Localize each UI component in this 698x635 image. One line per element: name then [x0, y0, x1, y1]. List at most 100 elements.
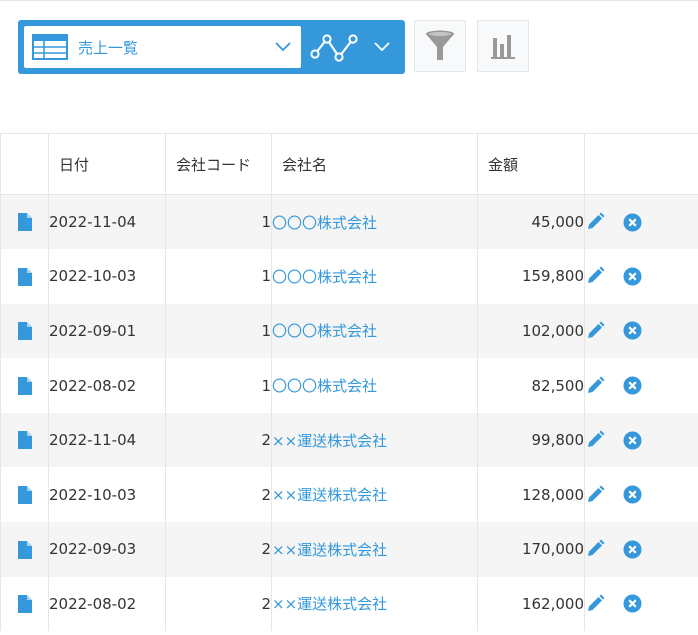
row-detail-cell [0, 522, 49, 577]
delete-circle-icon[interactable] [623, 540, 642, 559]
pencil-icon[interactable] [585, 594, 605, 614]
pencil-icon[interactable] [585, 376, 605, 396]
pencil-icon[interactable] [585, 430, 605, 450]
cell-company-name: 〇〇〇株式会社 [271, 249, 478, 304]
document-icon[interactable] [17, 486, 32, 505]
pencil-icon[interactable] [585, 485, 605, 505]
cell-amount: 45,000 [477, 194, 585, 250]
view-selector-group: 売上一覧 [18, 20, 405, 74]
row-detail-cell [0, 576, 49, 632]
company-name-link[interactable]: 〇〇〇株式会社 [272, 377, 377, 395]
row-detail-cell [0, 412, 49, 468]
pencil-icon[interactable] [585, 212, 605, 232]
document-icon[interactable] [17, 322, 32, 341]
row-actions-cell [584, 467, 698, 523]
cell-date: 2022-08-02 [48, 358, 166, 413]
pencil-icon[interactable] [585, 266, 605, 286]
cell-company-name: 〇〇〇株式会社 [271, 303, 478, 359]
filter-button[interactable] [414, 20, 466, 72]
table-header-row: 日付 会社コード 会社名 金額 [0, 133, 698, 195]
header-amount[interactable]: 金額 [477, 133, 585, 195]
delete-circle-icon[interactable] [623, 594, 642, 613]
line-graph-icon [310, 34, 358, 62]
delete-circle-icon[interactable] [623, 376, 642, 395]
cell-amount: 170,000 [477, 522, 585, 577]
list-toolbar: 売上一覧 [18, 20, 529, 74]
cell-date: 2022-08-02 [48, 576, 166, 632]
document-icon[interactable] [17, 376, 32, 395]
company-name-link[interactable]: 〇〇〇株式会社 [272, 268, 377, 286]
cell-date: 2022-11-04 [48, 194, 166, 250]
row-detail-cell [0, 358, 49, 413]
row-detail-cell [0, 194, 49, 250]
document-icon[interactable] [17, 213, 32, 232]
cell-amount: 99,800 [477, 412, 585, 468]
delete-circle-icon[interactable] [623, 267, 642, 286]
cell-amount: 159,800 [477, 249, 585, 304]
cell-amount: 162,000 [477, 576, 585, 632]
company-name-link[interactable]: ××運送株式会社 [272, 595, 387, 613]
cell-company-code: 1 [165, 249, 272, 304]
delete-circle-icon[interactable] [623, 431, 642, 450]
view-select-dropdown[interactable]: 売上一覧 [24, 26, 301, 68]
cell-company-name: ××運送株式会社 [271, 576, 478, 632]
document-icon[interactable] [17, 595, 32, 614]
cell-amount: 82,500 [477, 358, 585, 413]
company-name-link[interactable]: ××運送株式会社 [272, 486, 387, 504]
company-name-link[interactable]: 〇〇〇株式会社 [272, 322, 377, 340]
cell-date: 2022-10-03 [48, 467, 166, 523]
chevron-down-icon [275, 42, 291, 52]
pencil-icon[interactable] [585, 539, 605, 559]
table-icon [32, 34, 68, 60]
row-actions-cell [584, 249, 698, 304]
pencil-icon[interactable] [585, 321, 605, 341]
row-actions-cell [584, 576, 698, 632]
cell-date: 2022-11-04 [48, 412, 166, 468]
row-actions-cell [584, 358, 698, 413]
header-company-name[interactable]: 会社名 [271, 133, 478, 195]
cell-company-name: 〇〇〇株式会社 [271, 358, 478, 413]
row-actions-cell [584, 522, 698, 577]
delete-circle-icon[interactable] [623, 485, 642, 504]
table-row: 2022-11-04 2 ××運送株式会社 99,800 [0, 412, 698, 468]
delete-circle-icon[interactable] [623, 213, 642, 232]
records-table: 日付 会社コード 会社名 金額 2022-11-04 1 〇〇〇株式会社 45,… [0, 133, 698, 632]
header-company-code[interactable]: 会社コード [165, 133, 272, 195]
table-body: 2022-11-04 1 〇〇〇株式会社 45,000 2022-10-03 1… [0, 194, 698, 632]
row-actions-cell [584, 194, 698, 250]
table-row: 2022-10-03 1 〇〇〇株式会社 159,800 [0, 249, 698, 304]
cell-company-name: ××運送株式会社 [271, 412, 478, 468]
cell-date: 2022-10-03 [48, 249, 166, 304]
document-icon[interactable] [17, 431, 32, 450]
header-actions-column [584, 133, 698, 195]
company-name-link[interactable]: 〇〇〇株式会社 [272, 214, 377, 232]
view-name-label: 売上一覧 [78, 38, 139, 57]
table-row: 2022-10-03 2 ××運送株式会社 128,000 [0, 467, 698, 523]
record-list-page: 売上一覧 日付 会社コード 会社名 金額 2022-11-04 1 〇〇〇株式会… [0, 0, 698, 635]
summary-chart-button[interactable] [477, 20, 529, 72]
cell-date: 2022-09-01 [48, 303, 166, 359]
cell-company-code: 2 [165, 467, 272, 523]
cell-company-code: 1 [165, 358, 272, 413]
row-detail-cell [0, 303, 49, 359]
row-detail-cell [0, 249, 49, 304]
graph-select-button[interactable] [308, 26, 400, 68]
company-name-link[interactable]: ××運送株式会社 [272, 541, 387, 559]
document-icon[interactable] [17, 267, 32, 286]
cell-company-name: ××運送株式会社 [271, 467, 478, 523]
company-name-link[interactable]: ××運送株式会社 [272, 432, 387, 450]
table-row: 2022-11-04 1 〇〇〇株式会社 45,000 [0, 194, 698, 250]
row-detail-cell [0, 467, 49, 523]
filter-funnel-icon [426, 30, 454, 60]
cell-company-code: 2 [165, 522, 272, 577]
document-icon[interactable] [17, 540, 32, 559]
cell-amount: 128,000 [477, 467, 585, 523]
cell-amount: 102,000 [477, 303, 585, 359]
cell-company-name: 〇〇〇株式会社 [271, 194, 478, 250]
cell-company-code: 2 [165, 576, 272, 632]
chevron-down-icon [374, 42, 390, 52]
header-date[interactable]: 日付 [48, 133, 166, 195]
cell-company-name: ××運送株式会社 [271, 522, 478, 577]
delete-circle-icon[interactable] [623, 321, 642, 340]
cell-company-code: 1 [165, 303, 272, 359]
